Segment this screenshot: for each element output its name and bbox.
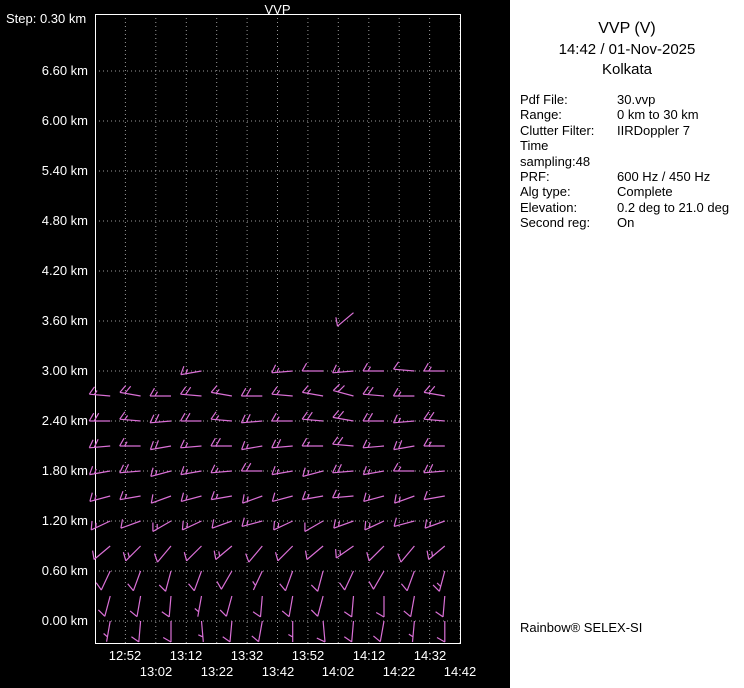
x-tick-label: 14:42 — [443, 664, 477, 679]
info-row-range: Range: 0 km to 30 km — [520, 107, 744, 122]
x-tick-label: 12:52 — [108, 648, 142, 663]
info-label: Alg type: — [520, 184, 571, 200]
info-label: Time sampling:48 — [520, 138, 591, 169]
grid-lines — [95, 14, 461, 643]
info-block: Pdf File: 30.vvp Range: 0 km to 30 km Cl… — [520, 92, 744, 231]
info-label: PRF: — [520, 169, 550, 185]
x-tick-label: 13:52 — [291, 648, 325, 663]
panel-station: Kolkata — [601, 61, 653, 78]
vvp-display-window: VVP Step: 0.30 km 6.60 km 6.00 km 5.40 k… — [0, 0, 744, 688]
info-value: On — [617, 215, 635, 231]
info-value — [617, 138, 744, 169]
x-tick-label: 14:22 — [382, 664, 416, 679]
info-row-prf: PRF: 600 Hz / 450 Hz — [520, 169, 744, 184]
info-row-pdf-file: Pdf File: 30.vvp — [520, 92, 744, 107]
plot-frame — [95, 14, 461, 644]
panel-datetime: 14:42 / 01-Nov-2025 — [558, 41, 696, 58]
info-value: IIRDoppler 7 — [617, 122, 690, 138]
info-row-time-sampling: Time sampling:48 — [520, 138, 744, 169]
x-tick-label: 14:12 — [352, 648, 386, 663]
info-label: Second reg: — [520, 215, 591, 231]
info-row-alg-type: Alg type: Complete — [520, 184, 744, 199]
info-value: 0.2 deg to 21.0 deg — [617, 199, 730, 215]
x-tick-label: 13:22 — [200, 664, 234, 679]
info-label: Range: — [520, 107, 562, 123]
x-tick-label: 13:42 — [261, 664, 295, 679]
info-row-second-reg: Second reg: On — [520, 215, 744, 230]
info-label: Elevation: — [520, 199, 578, 215]
info-value: 600 Hz / 450 Hz — [617, 169, 711, 185]
info-panel: VVP (V) 14:42 / 01-Nov-2025 Kolkata Pdf … — [510, 0, 744, 688]
x-tick-label: 13:02 — [139, 664, 173, 679]
x-tick-label: 14:02 — [321, 664, 355, 679]
brand-footer: Rainbow® SELEX-SI — [520, 620, 643, 635]
x-tick-label: 14:32 — [413, 648, 447, 663]
x-tick-label: 13:32 — [230, 648, 264, 663]
panel-title: VVP (V) — [598, 20, 656, 37]
info-row-clutter-filter: Clutter Filter: IIRDoppler 7 — [520, 123, 744, 138]
x-tick-label: 13:12 — [169, 648, 203, 663]
info-value: 30.vvp — [617, 92, 656, 107]
info-label: Clutter Filter: — [520, 122, 595, 138]
info-row-elevation: Elevation: 0.2 deg to 21.0 deg — [520, 200, 744, 215]
info-label: Pdf File: — [520, 92, 568, 107]
wind-barbs — [88, 312, 446, 643]
info-value: 0 km to 30 km — [617, 107, 699, 123]
info-value: Complete — [617, 184, 673, 200]
